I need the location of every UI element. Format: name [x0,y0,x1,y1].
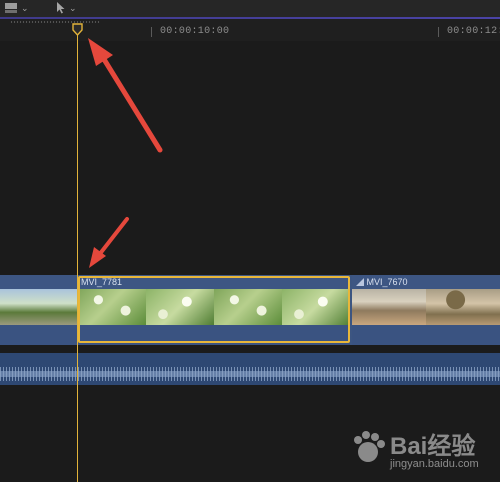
clip-audio-area [0,325,78,345]
watermark-title: Bai经验 [390,433,476,460]
clip-name-label: MVI_7670 [366,277,408,287]
ruler-dotted-range [10,21,100,23]
clip-appearance-button[interactable]: ⌄ [4,1,29,15]
timeline-window: ⌄ ⌄ 00:00:10:00 00:00:12:0 MVI_7781 [0,0,500,482]
chevron-down-icon: ⌄ [21,2,29,13]
playhead-handle-icon[interactable] [72,23,83,36]
clip-audio-area [352,325,500,345]
clip-appearance-icon [5,3,17,13]
clip-filmstrip [0,289,78,325]
select-tool-button[interactable]: ⌄ [56,1,77,15]
clip-thumbnail [352,289,426,325]
clip-thumbnail [39,289,78,325]
baidu-paw-logo-icon [354,431,385,462]
timecode-label-12s: 00:00:12:0 [447,26,500,37]
timeline-toolbar: ⌄ ⌄ [0,0,500,19]
audio-clip[interactable] [0,353,500,385]
clip-thumbnail [426,289,500,325]
ruler-tick [438,27,439,37]
clip-filmstrip [352,289,500,325]
playhead-line[interactable] [77,34,78,482]
baidu-watermark: Bai经验 jingyan.baidu.com [346,420,496,480]
clip-thumbnail [0,289,39,325]
pointer-arrow-icon [57,2,65,14]
timeline-empty-area[interactable] [0,41,500,482]
watermark-url: jingyan.baidu.com [390,458,479,470]
audio-waveform [0,367,500,381]
clip-selection-outline [78,276,350,343]
clip-label-row: MVI_7670 [356,277,408,287]
ruler-tick [151,27,152,37]
video-clip-next[interactable]: MVI_7670 [352,275,500,345]
chevron-down-icon: ⌄ [69,2,77,13]
video-clip-previous[interactable] [0,275,78,345]
transition-marker-icon [356,278,364,286]
timecode-label-10s: 00:00:10:00 [160,26,230,37]
